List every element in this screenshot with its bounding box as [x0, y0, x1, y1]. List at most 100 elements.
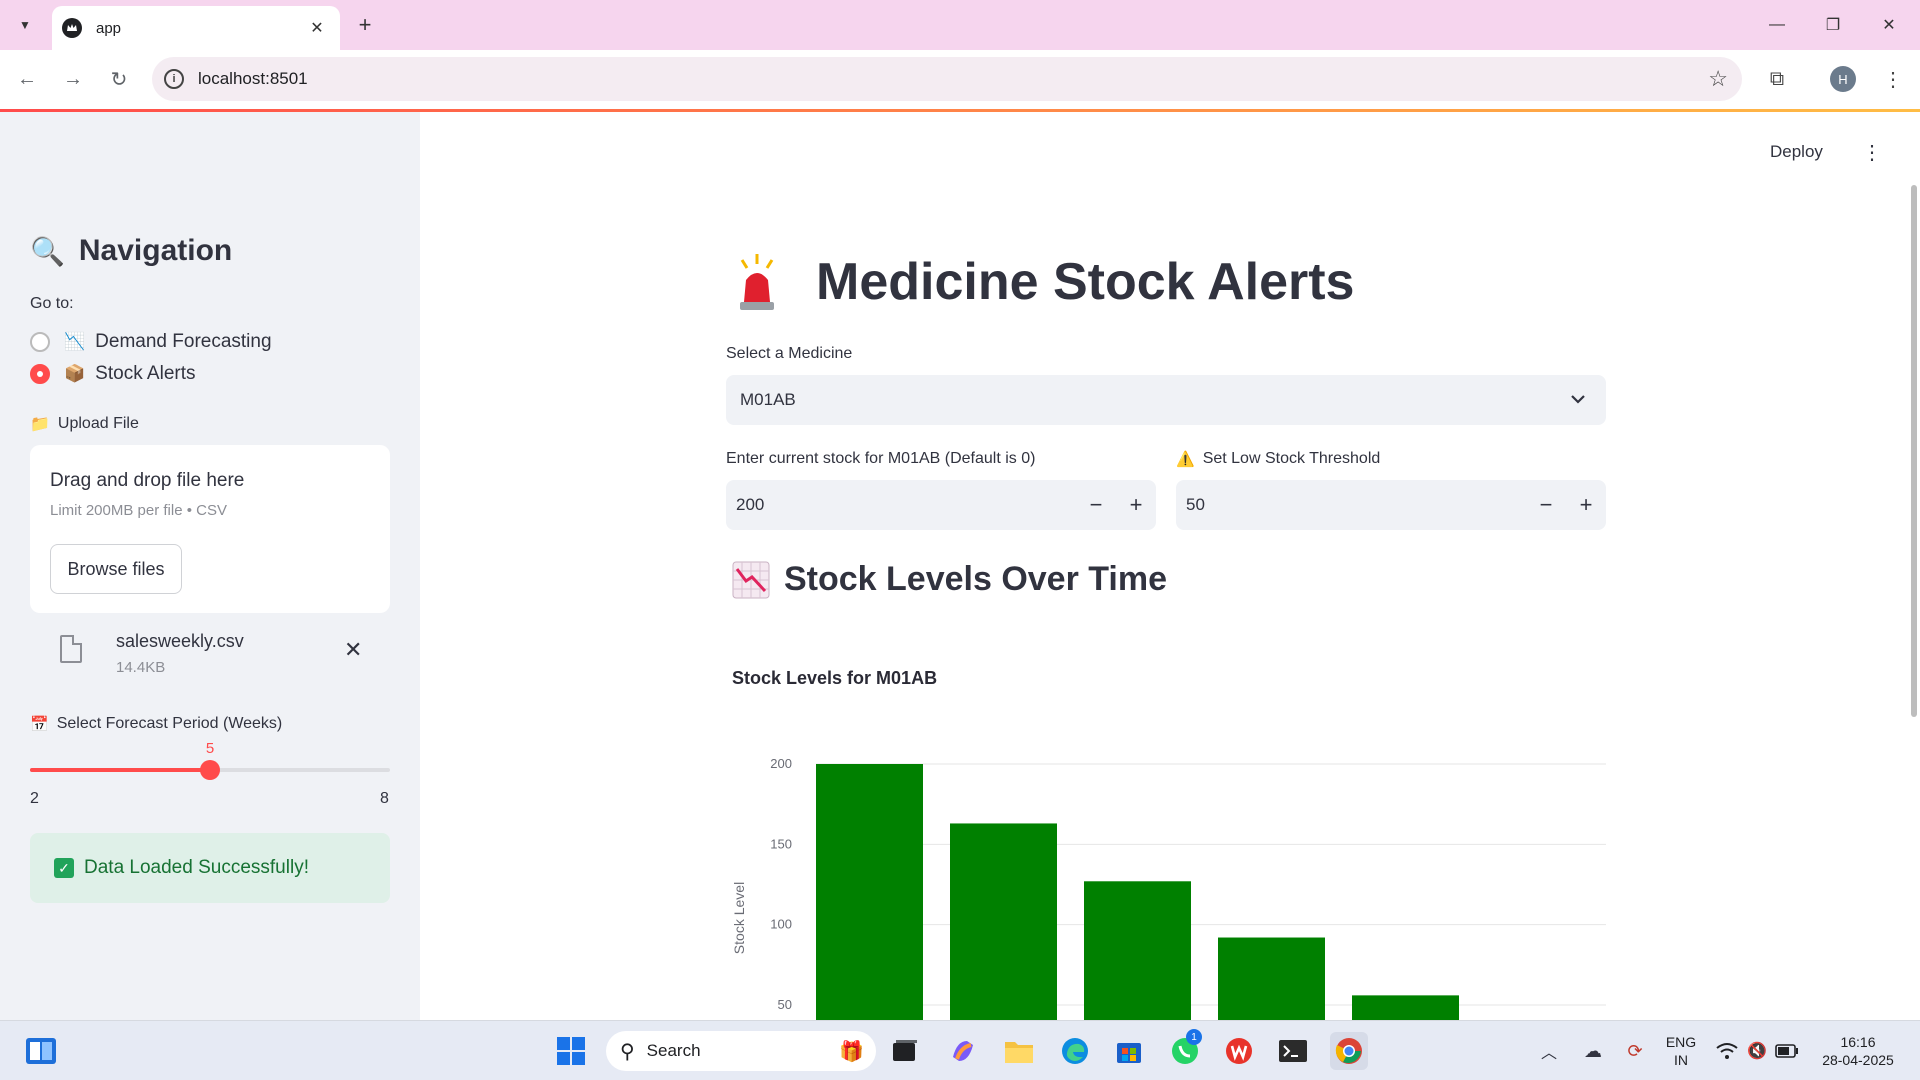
- chart-gridlines: [816, 763, 1606, 1006]
- radio-demand-forecasting[interactable]: 📉 Demand Forecasting: [30, 331, 272, 353]
- taskbar-search[interactable]: ⚲ Search 🎁: [606, 1031, 876, 1071]
- wps-office-icon[interactable]: [1220, 1032, 1258, 1070]
- chart-bar[interactable]: [816, 764, 923, 1020]
- forward-arrow-icon[interactable]: →: [58, 64, 88, 94]
- slider-current-value: 5: [205, 740, 215, 757]
- browse-files-button[interactable]: Browse files: [50, 544, 182, 594]
- chevron-down-icon: [1570, 391, 1594, 409]
- tab-close-icon[interactable]: ✕: [306, 17, 328, 39]
- url-text: localhost:8501: [198, 69, 308, 88]
- medicine-select[interactable]: M01AB: [726, 375, 1606, 425]
- file-size: 14.4KB: [116, 659, 166, 676]
- address-bar[interactable]: i localhost:8501 ☆: [152, 57, 1742, 101]
- ytick-label: 100: [770, 917, 792, 932]
- tray-chevron-up-icon[interactable]: ︿: [1530, 1032, 1568, 1070]
- threshold-decrement-button[interactable]: −: [1526, 492, 1566, 518]
- deploy-button[interactable]: Deploy: [1770, 142, 1823, 162]
- threshold-increment-button[interactable]: +: [1566, 492, 1606, 518]
- forecast-period-label: 📅 Select Forecast Period (Weeks): [30, 715, 282, 733]
- windows-taskbar: ⚲ Search 🎁 1 ︿ ☁ ⟳ ENG IN 🔇 16:16 28-04-…: [0, 1020, 1920, 1080]
- chart-decreasing-icon: [732, 561, 770, 599]
- sync-icon[interactable]: ⟳: [1616, 1032, 1654, 1070]
- upload-label-text: Upload File: [57, 415, 139, 432]
- streamlit-favicon-icon: [62, 18, 82, 38]
- slider-max: 8: [380, 790, 389, 807]
- forecast-slider[interactable]: [30, 760, 390, 780]
- chart-bar[interactable]: [1352, 995, 1459, 1020]
- stock-decrement-button[interactable]: −: [1076, 492, 1116, 518]
- tab-search-chevron-icon[interactable]: ▼: [12, 12, 38, 38]
- back-arrow-icon[interactable]: ←: [12, 64, 42, 94]
- ytick-label: 50: [778, 997, 792, 1012]
- stock-increment-button[interactable]: +: [1116, 492, 1156, 518]
- chart-title: Stock Levels for M01AB: [732, 668, 937, 688]
- window-close-icon[interactable]: ✕: [1874, 12, 1904, 38]
- page-title-text: Medicine Stock Alerts: [816, 253, 1355, 311]
- file-dropzone[interactable]: Drag and drop file here Limit 200MB per …: [30, 445, 390, 613]
- chart-bar[interactable]: [1218, 937, 1325, 1020]
- copilot-icon[interactable]: [944, 1032, 982, 1070]
- current-stock-value[interactable]: 200: [736, 495, 1076, 515]
- whatsapp-badge: 1: [1186, 1029, 1202, 1045]
- language-indicator[interactable]: ENG IN: [1660, 1033, 1702, 1069]
- clock[interactable]: 16:16 28-04-2025: [1810, 1033, 1906, 1069]
- threshold-value[interactable]: 50: [1186, 495, 1526, 515]
- task-view-icon[interactable]: [886, 1032, 924, 1070]
- chart-bar[interactable]: [1084, 881, 1191, 1020]
- radio-button[interactable]: [30, 332, 50, 352]
- chart-ylabel: Stock Level: [731, 882, 747, 954]
- chart-bars: [816, 764, 1459, 1020]
- checkmark-icon: ✓: [54, 858, 74, 878]
- dropzone-limit: Limit 200MB per file • CSV: [50, 502, 227, 519]
- ytick-label: 150: [770, 836, 792, 851]
- section-heading: Stock Levels Over Time: [732, 560, 1167, 599]
- calendar-icon: 📅: [30, 716, 49, 733]
- browser-menu-kebab-icon[interactable]: ⋮: [1878, 64, 1908, 94]
- radio-button-selected[interactable]: [30, 364, 50, 384]
- minimize-icon[interactable]: —: [1762, 12, 1792, 38]
- success-text: Data Loaded Successfully!: [84, 857, 309, 878]
- bookmark-star-icon[interactable]: ☆: [1708, 66, 1728, 92]
- select-medicine-label: Select a Medicine: [726, 345, 853, 362]
- file-explorer-icon[interactable]: [1000, 1032, 1038, 1070]
- new-tab-plus-icon[interactable]: +: [352, 12, 378, 38]
- upload-label: 📁 Upload File: [30, 414, 139, 434]
- browser-toolbar: ← → ↻ i localhost:8501 ☆ ⧉ ⋮: [0, 50, 1920, 109]
- file-name: salesweekly.csv: [116, 631, 244, 651]
- radio-stock-alerts[interactable]: 📦 Stock Alerts: [30, 363, 196, 385]
- profile-avatar[interactable]: H: [1830, 66, 1856, 92]
- page-title: Medicine Stock Alerts: [734, 252, 1354, 312]
- slider-fill: [30, 768, 210, 772]
- nav-title: Navigation: [78, 234, 233, 267]
- reload-icon[interactable]: ↻: [104, 64, 134, 94]
- threshold-input[interactable]: 50 − +: [1176, 480, 1606, 530]
- dropzone-title: Drag and drop file here: [50, 470, 245, 491]
- app-menu-kebab-icon[interactable]: ⋮: [1862, 140, 1882, 165]
- browser-tab[interactable]: app ✕: [52, 6, 340, 50]
- restore-icon[interactable]: ❐: [1818, 12, 1848, 38]
- edge-browser-icon[interactable]: [1056, 1032, 1094, 1070]
- magnifier-icon: 🔍: [30, 235, 65, 267]
- terminal-icon[interactable]: [1274, 1032, 1312, 1070]
- onedrive-cloud-icon[interactable]: ☁: [1574, 1032, 1612, 1070]
- site-info-icon[interactable]: i: [164, 69, 184, 89]
- chrome-icon[interactable]: [1330, 1032, 1368, 1070]
- microsoft-store-icon[interactable]: [1110, 1032, 1148, 1070]
- sidebar-nav-heading: 🔍 Navigation: [30, 234, 232, 268]
- scrollbar[interactable]: [1911, 185, 1917, 717]
- battery-icon[interactable]: [1768, 1032, 1806, 1070]
- siren-icon: [734, 252, 780, 312]
- windows-start-icon[interactable]: [552, 1032, 590, 1070]
- clock-date: 28-04-2025: [1822, 1052, 1894, 1068]
- slider-thumb[interactable]: [200, 760, 220, 780]
- widgets-icon[interactable]: [22, 1032, 60, 1070]
- remove-file-close-icon[interactable]: ✕: [344, 637, 362, 663]
- file-icon: [60, 635, 82, 663]
- search-highlight-icon: 🎁: [839, 1040, 864, 1063]
- extensions-puzzle-icon[interactable]: ⧉: [1762, 64, 1792, 94]
- radio-label: Demand Forecasting: [95, 331, 272, 352]
- stock-bar-chart: Stock Levels for M01AB 50 100 150 200 Stock…: [731, 668, 1606, 1020]
- forecast-label-text: Select Forecast Period (Weeks): [56, 715, 283, 732]
- current-stock-input[interactable]: 200 − +: [726, 480, 1156, 530]
- chart-bar[interactable]: [950, 823, 1057, 1020]
